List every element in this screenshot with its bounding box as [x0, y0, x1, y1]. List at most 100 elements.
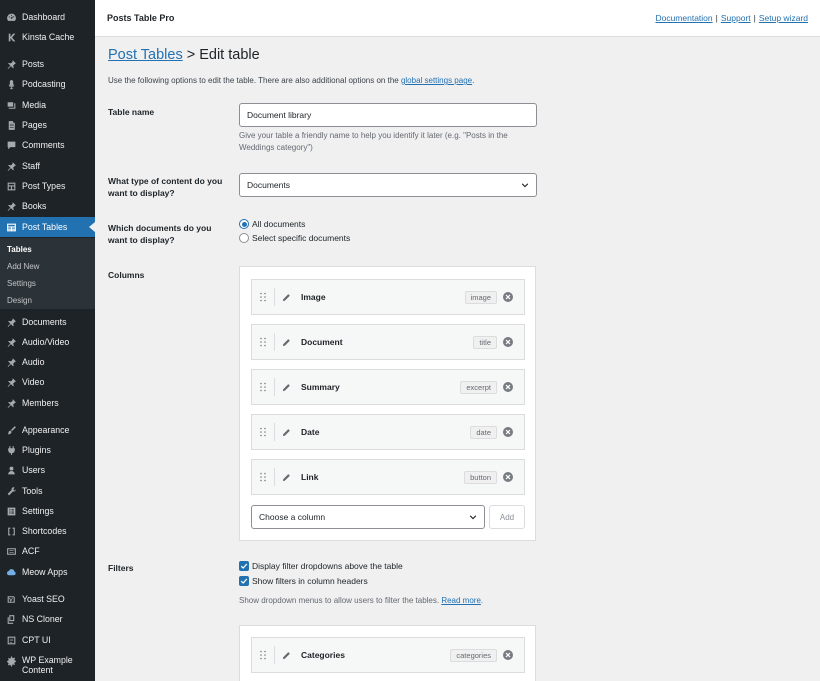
sidebar-item-members[interactable]: Members — [0, 393, 95, 413]
link-separator: | — [715, 13, 718, 23]
column-name: Link — [301, 472, 319, 482]
drag-handle-icon[interactable] — [252, 292, 274, 302]
column-slug: excerpt — [460, 380, 497, 394]
pencil-icon[interactable] — [275, 293, 297, 302]
intro-text-body: Use the following options to edit the ta… — [108, 76, 401, 85]
filter-row-categories[interactable]: Categories categories — [251, 637, 525, 673]
remove-icon[interactable] — [503, 650, 513, 660]
sidebar-item-podcasting[interactable]: Podcasting — [0, 74, 95, 94]
sidebar-item-settings[interactable]: Settings — [0, 501, 95, 521]
sidebar-item-users[interactable]: Users — [0, 460, 95, 480]
sidebar-item-wp-example-content[interactable]: WP Example Content — [0, 655, 95, 679]
users-icon — [0, 465, 22, 476]
sidebar-item-kinsta-cache[interactable]: Kinsta Cache — [0, 27, 95, 47]
pages-icon — [0, 120, 22, 131]
column-row-document[interactable]: Document title — [251, 324, 525, 360]
filter-name: Categories — [301, 650, 345, 660]
pin-icon — [0, 317, 22, 328]
plugin-title: Posts Table Pro — [107, 13, 175, 23]
submenu-item-tables[interactable]: Tables — [7, 245, 32, 254]
column-slug: button — [464, 470, 497, 484]
global-settings-link[interactable]: global settings page — [401, 76, 472, 85]
sidebar-item-books[interactable]: Books — [0, 196, 95, 216]
content-type-select[interactable]: Documents — [239, 173, 537, 197]
sidebar-item-comments[interactable]: Comments — [0, 135, 95, 155]
choose-column-select[interactable]: Choose a column — [251, 505, 485, 529]
sidebar-item-documents[interactable]: Documents — [0, 312, 95, 332]
remove-icon[interactable] — [503, 337, 513, 347]
remove-icon[interactable] — [503, 382, 513, 392]
sidebar-item-video[interactable]: Video — [0, 372, 95, 392]
radio-button[interactable] — [239, 233, 249, 243]
submenu-item-add-new[interactable]: Add New — [7, 262, 39, 271]
sidebar-item-post-types[interactable]: Post Types — [0, 176, 95, 196]
column-row-summary[interactable]: Summary excerpt — [251, 369, 525, 405]
submenu-item-settings[interactable]: Settings — [7, 279, 36, 288]
remove-icon[interactable] — [503, 292, 513, 302]
shortcode-icon — [0, 526, 22, 537]
sidebar-item-ns-cloner[interactable]: NS Cloner — [0, 609, 95, 629]
checkbox-label: Show filters in column headers — [252, 576, 368, 586]
filters-help-end: . — [480, 596, 484, 605]
pencil-icon[interactable] — [275, 338, 297, 347]
sidebar-item-appearance[interactable]: Appearance — [0, 420, 95, 440]
sidebar-item-label: Shortcodes — [22, 526, 67, 536]
sidebar-item-staff[interactable]: Staff — [0, 156, 95, 176]
sidebar-item-media[interactable]: Media — [0, 95, 95, 115]
remove-icon[interactable] — [503, 427, 513, 437]
sidebar-item-label: Audio — [22, 357, 45, 367]
checkbox-checked[interactable] — [239, 561, 249, 571]
checkbox-filter-dropdowns[interactable]: Display filter dropdowns above the table — [239, 561, 403, 571]
post-tables-submenu: Tables Add New Settings Design — [0, 238, 95, 309]
support-link[interactable]: Support — [721, 13, 751, 23]
sidebar-item-acf[interactable]: ACF — [0, 541, 95, 561]
checkbox-filters-in-headers[interactable]: Show filters in column headers — [239, 576, 368, 586]
table-name-input[interactable] — [239, 103, 537, 127]
sidebar-item-yoast-seo[interactable]: Yoast SEO — [0, 589, 95, 609]
column-row-image[interactable]: Image image — [251, 279, 525, 315]
column-row-link[interactable]: Link button — [251, 459, 525, 495]
drag-handle-icon[interactable] — [252, 337, 274, 347]
radio-button[interactable] — [239, 219, 249, 229]
sidebar-item-meow-apps[interactable]: Meow Apps — [0, 562, 95, 582]
filter-slug: categories — [450, 648, 497, 662]
pencil-icon[interactable] — [275, 383, 297, 392]
sidebar-item-tools[interactable]: Tools — [0, 481, 95, 501]
cpt-icon — [0, 635, 22, 646]
columns-label: Columns — [108, 270, 145, 280]
read-more-link[interactable]: Read more — [441, 596, 481, 605]
post-tables-breadcrumb-link[interactable]: Post Tables — [108, 47, 183, 63]
pencil-icon[interactable] — [275, 473, 297, 482]
sidebar-item-audio[interactable]: Audio — [0, 352, 95, 372]
sidebar-item-plugins[interactable]: Plugins — [0, 440, 95, 460]
pencil-icon[interactable] — [275, 428, 297, 437]
sidebar-item-cpt-ui[interactable]: CPT UI — [0, 630, 95, 650]
sidebar-item-posts[interactable]: Posts — [0, 54, 95, 74]
drag-handle-icon[interactable] — [252, 382, 274, 392]
sidebar-item-post-tables[interactable]: Post Tables — [0, 217, 95, 237]
drag-handle-icon[interactable] — [252, 427, 274, 437]
sidebar-item-audio-video[interactable]: Audio/Video — [0, 332, 95, 352]
sidebar-item-label: Appearance — [22, 425, 70, 435]
sidebar-item-shortcodes[interactable]: Shortcodes — [0, 521, 95, 541]
remove-icon[interactable] — [503, 472, 513, 482]
setup-wizard-link[interactable]: Setup wizard — [759, 13, 808, 23]
drag-handle-icon[interactable] — [252, 650, 274, 660]
pin-icon — [0, 377, 22, 388]
sidebar-item-label: Staff — [22, 161, 40, 171]
radio-specific-documents[interactable]: Select specific documents — [239, 233, 350, 243]
table-name-label: Table name — [108, 107, 155, 117]
pencil-icon[interactable] — [275, 651, 297, 660]
submenu-item-design[interactable]: Design — [7, 296, 32, 305]
sidebar-item-pages[interactable]: Pages — [0, 115, 95, 135]
column-row-date[interactable]: Date date — [251, 414, 525, 450]
column-slug: date — [470, 425, 497, 439]
radio-label: Select specific documents — [252, 233, 351, 243]
radio-all-documents[interactable]: All documents — [239, 219, 305, 229]
checkbox-checked[interactable] — [239, 576, 249, 586]
sidebar-item-label: Post Tables — [22, 222, 68, 232]
documentation-link[interactable]: Documentation — [655, 13, 712, 23]
drag-handle-icon[interactable] — [252, 472, 274, 482]
sidebar-item-dashboard[interactable]: Dashboard — [0, 7, 95, 27]
add-column-button[interactable]: Add — [489, 505, 525, 529]
